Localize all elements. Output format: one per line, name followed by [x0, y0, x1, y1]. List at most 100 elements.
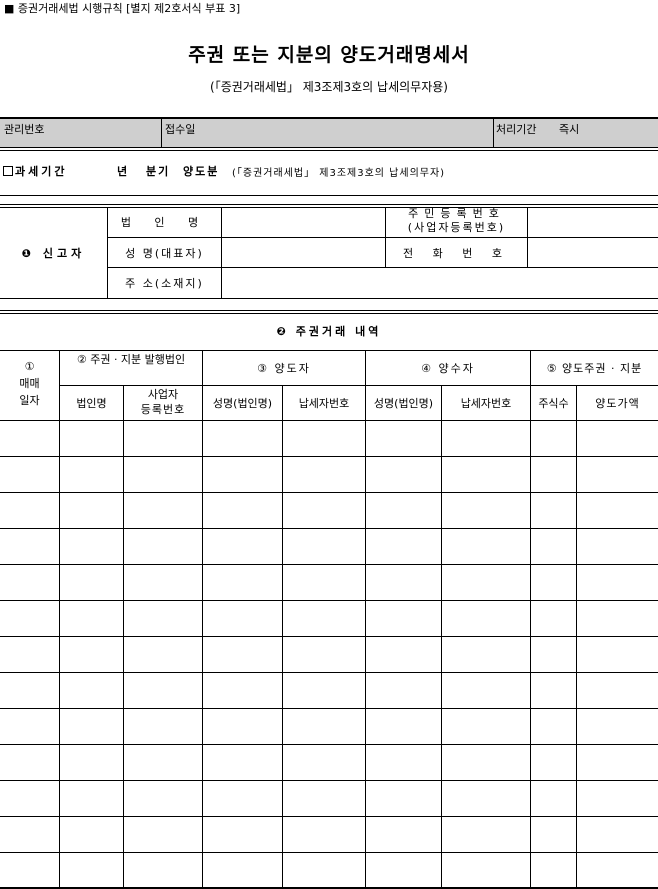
- table-cell[interactable]: [575, 420, 658, 457]
- table-cell[interactable]: [122, 852, 202, 888]
- table-cell[interactable]: [122, 816, 202, 853]
- table-cell[interactable]: [281, 564, 365, 601]
- table-cell[interactable]: [58, 420, 123, 457]
- table-cell[interactable]: [575, 744, 658, 781]
- table-cell[interactable]: [0, 780, 59, 817]
- table-cell[interactable]: [364, 528, 441, 565]
- table-cell[interactable]: [122, 492, 202, 529]
- table-cell[interactable]: [201, 708, 282, 745]
- table-cell[interactable]: [575, 600, 658, 637]
- table-cell[interactable]: [58, 600, 123, 637]
- table-cell[interactable]: [529, 636, 576, 673]
- table-cell[interactable]: [122, 636, 202, 673]
- table-cell[interactable]: [575, 528, 658, 565]
- table-cell[interactable]: [440, 600, 530, 637]
- table-cell[interactable]: [0, 420, 59, 457]
- table-cell[interactable]: [122, 564, 202, 601]
- table-cell[interactable]: [364, 852, 441, 888]
- table-cell[interactable]: [0, 852, 59, 888]
- table-cell[interactable]: [281, 636, 365, 673]
- table-cell[interactable]: [440, 636, 530, 673]
- table-cell[interactable]: [58, 528, 123, 565]
- table-cell[interactable]: [529, 600, 576, 637]
- table-cell[interactable]: [58, 672, 123, 709]
- table-cell[interactable]: [364, 420, 441, 457]
- table-cell[interactable]: [440, 420, 530, 457]
- table-cell[interactable]: [440, 852, 530, 888]
- table-cell[interactable]: [58, 564, 123, 601]
- table-cell[interactable]: [0, 672, 59, 709]
- table-cell[interactable]: [440, 456, 530, 493]
- table-cell[interactable]: [201, 420, 282, 457]
- table-cell[interactable]: [364, 636, 441, 673]
- table-cell[interactable]: [529, 492, 576, 529]
- table-cell[interactable]: [281, 420, 365, 457]
- table-cell[interactable]: [281, 852, 365, 888]
- table-cell[interactable]: [364, 708, 441, 745]
- table-cell[interactable]: [281, 816, 365, 853]
- table-cell[interactable]: [440, 816, 530, 853]
- table-cell[interactable]: [529, 816, 576, 853]
- table-cell[interactable]: [440, 744, 530, 781]
- table-cell[interactable]: [440, 492, 530, 529]
- table-cell[interactable]: [281, 708, 365, 745]
- table-cell[interactable]: [575, 492, 658, 529]
- table-cell[interactable]: [575, 564, 658, 601]
- table-cell[interactable]: [58, 492, 123, 529]
- table-cell[interactable]: [364, 744, 441, 781]
- table-cell[interactable]: [440, 528, 530, 565]
- table-cell[interactable]: [201, 780, 282, 817]
- table-cell[interactable]: [0, 600, 59, 637]
- table-cell[interactable]: [364, 564, 441, 601]
- table-cell[interactable]: [122, 672, 202, 709]
- table-cell[interactable]: [122, 528, 202, 565]
- table-cell[interactable]: [529, 852, 576, 888]
- table-cell[interactable]: [201, 636, 282, 673]
- table-cell[interactable]: [575, 636, 658, 673]
- phone-field[interactable]: [528, 238, 658, 267]
- table-cell[interactable]: [575, 816, 658, 853]
- table-cell[interactable]: [281, 456, 365, 493]
- table-cell[interactable]: [529, 744, 576, 781]
- table-cell[interactable]: [201, 456, 282, 493]
- table-cell[interactable]: [281, 600, 365, 637]
- table-cell[interactable]: [58, 456, 123, 493]
- table-cell[interactable]: [281, 744, 365, 781]
- table-cell[interactable]: [364, 672, 441, 709]
- representative-field[interactable]: [222, 238, 385, 267]
- table-cell[interactable]: [529, 780, 576, 817]
- table-cell[interactable]: [0, 528, 59, 565]
- table-cell[interactable]: [122, 780, 202, 817]
- table-cell[interactable]: [440, 564, 530, 601]
- table-cell[interactable]: [201, 564, 282, 601]
- table-cell[interactable]: [201, 492, 282, 529]
- table-cell[interactable]: [575, 780, 658, 817]
- table-cell[interactable]: [575, 708, 658, 745]
- table-cell[interactable]: [58, 852, 123, 888]
- table-cell[interactable]: [201, 744, 282, 781]
- table-cell[interactable]: [58, 780, 123, 817]
- table-cell[interactable]: [281, 528, 365, 565]
- table-cell[interactable]: [0, 456, 59, 493]
- table-cell[interactable]: [281, 492, 365, 529]
- table-cell[interactable]: [440, 780, 530, 817]
- table-cell[interactable]: [364, 780, 441, 817]
- table-cell[interactable]: [122, 456, 202, 493]
- table-cell[interactable]: [364, 492, 441, 529]
- table-cell[interactable]: [201, 528, 282, 565]
- table-cell[interactable]: [0, 708, 59, 745]
- table-cell[interactable]: [122, 420, 202, 457]
- table-cell[interactable]: [201, 816, 282, 853]
- table-cell[interactable]: [440, 708, 530, 745]
- table-cell[interactable]: [281, 672, 365, 709]
- table-cell[interactable]: [529, 564, 576, 601]
- table-cell[interactable]: [0, 492, 59, 529]
- table-cell[interactable]: [281, 780, 365, 817]
- table-cell[interactable]: [122, 708, 202, 745]
- table-cell[interactable]: [575, 672, 658, 709]
- resident-number-field[interactable]: [528, 208, 658, 237]
- table-cell[interactable]: [201, 672, 282, 709]
- table-cell[interactable]: [364, 456, 441, 493]
- table-cell[interactable]: [364, 600, 441, 637]
- table-cell[interactable]: [0, 636, 59, 673]
